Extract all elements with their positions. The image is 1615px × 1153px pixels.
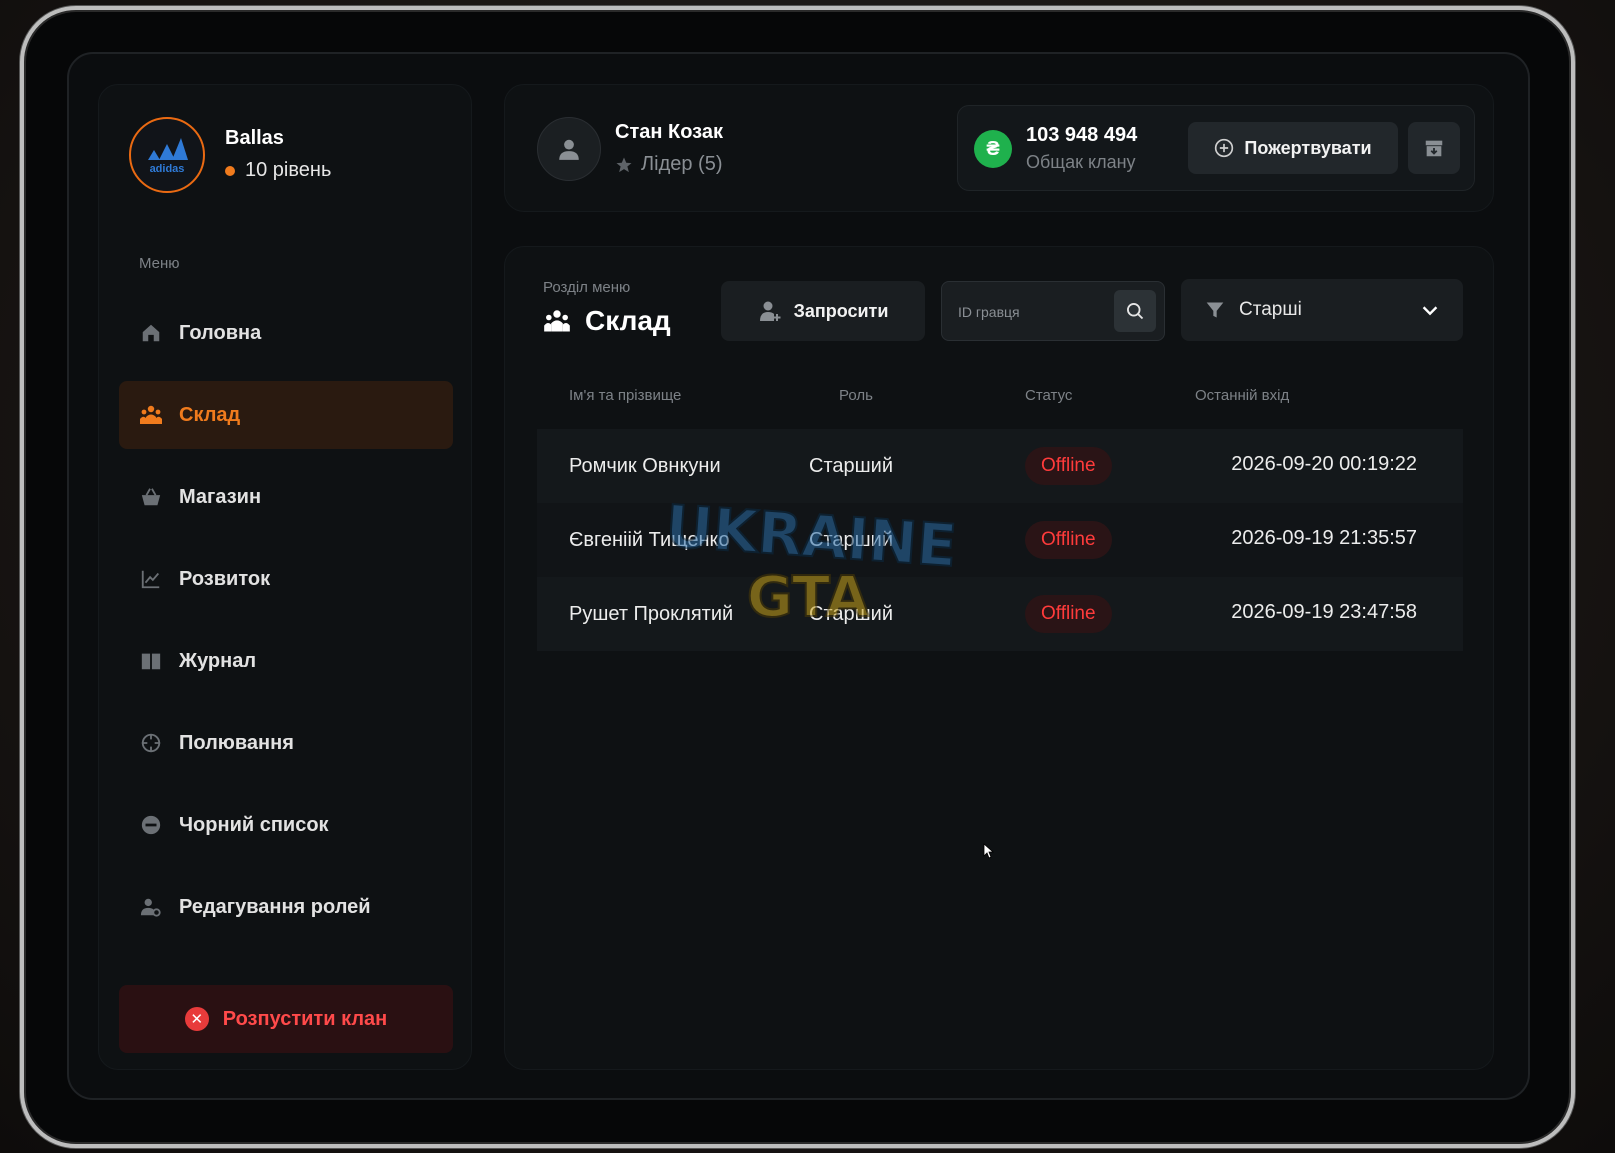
block-icon: [139, 813, 163, 837]
sidebar-item-home[interactable]: Головна: [119, 299, 453, 367]
sidebar-item-blacklist[interactable]: Чорний список: [119, 791, 453, 859]
watermark-line2: GTA: [747, 565, 870, 630]
status-badge: Offline: [1025, 595, 1112, 633]
role-filter-dropdown[interactable]: Старші: [1181, 279, 1463, 341]
page-title-text: Склад: [585, 305, 671, 336]
menu-caption: Меню: [139, 255, 180, 272]
member-last-login: 2026-09-19 23:47:58: [1231, 601, 1417, 623]
sidebar-item-label: Журнал: [179, 649, 257, 672]
star-icon: [616, 157, 632, 172]
search-button[interactable]: [1114, 290, 1156, 332]
sidebar-menu: Головна Склад Магазин Розвиток Журнал По…: [119, 299, 453, 955]
member-name: Ромчик Овнкуни: [569, 455, 721, 477]
donate-label: Пожертвувати: [1244, 137, 1372, 158]
table-row[interactable]: Ромчик Овнкуни Старший Offline 2026-09-2…: [537, 429, 1463, 503]
column-header-role: Роль: [839, 387, 873, 404]
hryvnia-icon: ₴: [974, 130, 1012, 168]
add-user-icon: [759, 301, 781, 321]
sidebar-item-label: Магазин: [179, 485, 262, 508]
search-input[interactable]: [958, 298, 1108, 326]
level-dot-icon: [225, 165, 235, 176]
clan-logo-text: adidas: [149, 162, 185, 175]
mouse-cursor-icon: [983, 843, 995, 859]
sidebar-item-label: Розвиток: [179, 567, 271, 590]
withdraw-button[interactable]: [1408, 122, 1460, 174]
bank-label: Общак клану: [1026, 152, 1136, 172]
adidas-logo-icon: [148, 137, 188, 160]
donate-button[interactable]: Пожертвувати: [1188, 122, 1398, 174]
user-gear-icon: [139, 895, 163, 919]
column-header-status: Статус: [1025, 387, 1073, 404]
sidebar-item-journal[interactable]: Журнал: [119, 627, 453, 695]
page-title: Склад: [543, 305, 671, 337]
status-badge: Offline: [1025, 447, 1112, 485]
sidebar-item-label: Чорний список: [179, 813, 329, 836]
section-caption: Розділ меню: [543, 279, 631, 296]
member-role: Старший: [809, 455, 894, 477]
user-role-text: Лідер (5): [641, 153, 723, 175]
user-header: Стан Козак Лідер (5) ₴ 103 948 494 Общак…: [504, 84, 1494, 212]
sidebar-item-roles[interactable]: Редагування ролей: [119, 873, 453, 941]
member-last-login: 2026-09-20 00:19:22: [1231, 453, 1417, 475]
avatar[interactable]: [537, 117, 601, 181]
sidebar-item-label: Редагування ролей: [179, 895, 371, 918]
ukraine-gta-watermark: UKRAINE GTA: [663, 494, 960, 631]
clan-logo: adidas: [129, 117, 205, 193]
clan-bank: ₴ 103 948 494 Общак клану Пожертвувати: [957, 105, 1475, 191]
filter-value: Старші: [1239, 299, 1302, 320]
sidebar-item-development[interactable]: Розвиток: [119, 545, 453, 613]
basket-icon: [139, 485, 163, 509]
sidebar-item-hunting[interactable]: Полювання: [119, 709, 453, 777]
clan-level-text: 10 рівень: [245, 159, 332, 181]
people-icon: [544, 310, 570, 332]
clan-level: 10 рівень: [225, 159, 331, 182]
sidebar-item-label: Полювання: [179, 731, 294, 754]
sidebar: adidas Ballas 10 рівень Меню Головна Скл…: [98, 84, 472, 1070]
chevron-down-icon: [1422, 306, 1438, 316]
clan-name: Ballas: [225, 127, 284, 149]
player-search: [941, 281, 1165, 341]
status-badge: Offline: [1025, 521, 1112, 559]
user-role: Лідер (5): [615, 153, 722, 176]
column-header-name: Ім'я та прізвище: [569, 387, 682, 404]
sidebar-item-shop[interactable]: Магазин: [119, 463, 453, 531]
home-icon: [139, 321, 163, 345]
disband-clan-label: Розпустити клан: [222, 1007, 388, 1030]
archive-icon: [1425, 140, 1443, 157]
sidebar-item-warehouse[interactable]: Склад: [119, 381, 453, 449]
bank-amount: 103 948 494: [1026, 124, 1138, 146]
search-icon: [1127, 303, 1144, 320]
user-icon: [559, 139, 579, 160]
crosshair-icon: [139, 731, 163, 755]
chart-icon: [139, 567, 163, 591]
people-icon: [139, 403, 163, 427]
invite-label: Запросити: [793, 300, 889, 321]
sidebar-item-label: Головна: [179, 321, 262, 344]
user-name: Стан Козак: [615, 121, 723, 143]
member-last-login: 2026-09-19 21:35:57: [1231, 527, 1417, 549]
book-icon: [139, 649, 163, 673]
disband-clan-button[interactable]: ✕ Розпустити клан: [119, 985, 453, 1053]
sidebar-item-label: Склад: [179, 403, 241, 426]
members-panel: Розділ меню Склад Запросити Старші Ім'я …: [504, 246, 1494, 1070]
invite-button[interactable]: Запросити: [721, 281, 925, 341]
plus-circle-icon: [1215, 138, 1234, 158]
column-header-last-login: Останній вхід: [1195, 387, 1290, 404]
filter-icon: [1206, 302, 1224, 318]
close-circle-icon: ✕: [184, 1007, 209, 1031]
